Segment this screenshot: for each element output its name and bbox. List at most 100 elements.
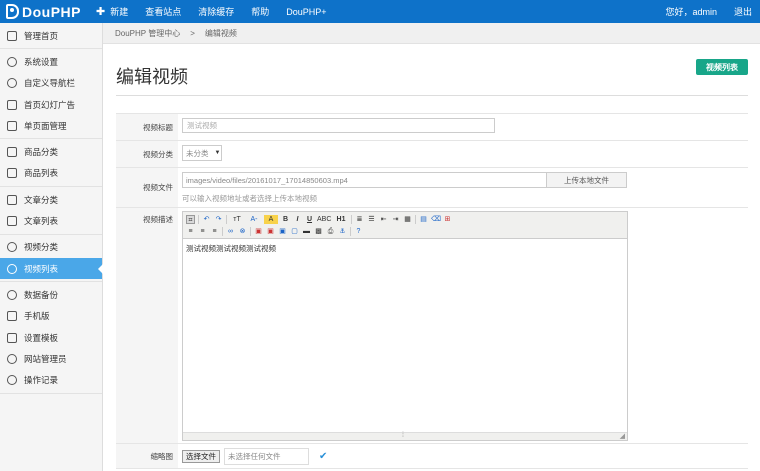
sidebar-item-label: 手机版: [24, 311, 50, 322]
sidebar-item-label: 视频分类: [24, 242, 59, 253]
user-icon: [7, 353, 17, 364]
toolbar-separator: [415, 215, 416, 224]
hr-icon[interactable]: ▬: [302, 227, 311, 236]
sidebar-item-log[interactable]: 操作记录: [0, 369, 102, 390]
sidebar-item-backup[interactable]: 数据备份: [0, 284, 102, 305]
view-site-link[interactable]: 查看站点: [145, 5, 181, 18]
file-hint: 可以输入视频地址或者选择上传本地视频: [182, 194, 317, 203]
douphp-plus-link[interactable]: DouPHP+: [286, 7, 326, 17]
heading-icon[interactable]: H1: [334, 215, 348, 224]
edit-form: 视频标题 测试视频 视频分类 未分类 ▼ 视频文件 images/video/fi…: [116, 113, 748, 469]
sidebar-item-video-category[interactable]: 视频分类: [0, 237, 102, 258]
category-row: 视频分类 未分类 ▼: [116, 141, 748, 168]
unlink-icon[interactable]: ⊗: [238, 227, 247, 236]
table-icon[interactable]: ▦: [403, 215, 412, 224]
link-icon[interactable]: ∞: [226, 227, 235, 236]
help-link[interactable]: 帮助: [251, 5, 269, 18]
image-icon: [7, 99, 17, 110]
mobile-icon: [7, 311, 17, 322]
image-insert-icon[interactable]: ▣: [254, 227, 263, 236]
highlight-icon[interactable]: A: [264, 215, 278, 224]
gear-icon: [7, 56, 17, 67]
category-select[interactable]: 未分类 ▼: [182, 145, 222, 161]
logout-link[interactable]: 退出: [734, 5, 752, 18]
sidebar-item-label: 文章分类: [24, 194, 59, 205]
breadcrumb: DouPHP 管理中心 > 编辑视频: [103, 23, 760, 44]
sidebar-item-pages[interactable]: 单页面管理: [0, 115, 102, 136]
ordered-list-icon[interactable]: ≣: [355, 215, 364, 224]
sidebar-item-video-list[interactable]: 视频列表: [0, 257, 103, 280]
sidebar-item-label: 商品分类: [24, 147, 59, 158]
bold-icon[interactable]: B: [281, 215, 290, 224]
clear-cache-link[interactable]: 清除缓存: [198, 5, 234, 18]
print-icon[interactable]: ⎙: [326, 227, 335, 236]
title-input[interactable]: 测试视频: [182, 118, 495, 133]
align-right-icon[interactable]: ≡: [210, 227, 219, 236]
toolbar-separator: [351, 215, 352, 224]
select-all-icon[interactable]: ⊞: [443, 215, 452, 224]
logo-icon: [6, 4, 19, 19]
anchor-icon[interactable]: ⚓: [338, 227, 347, 236]
sidebar-item-article-category[interactable]: 文章分类: [0, 189, 102, 210]
sidebar-item-template[interactable]: 设置模板: [0, 327, 102, 348]
user-area: 您好，admin 退出: [665, 0, 752, 23]
editor-content[interactable]: 测试视频测试视频测试视频: [183, 239, 627, 258]
sidebar-item-product-category[interactable]: 商品分类: [0, 141, 102, 162]
outdent-icon[interactable]: ⇤: [379, 215, 388, 224]
source-icon[interactable]: ⌗: [186, 215, 195, 224]
corner-resize-icon[interactable]: ◢: [620, 432, 625, 440]
unordered-list-icon[interactable]: ☰: [367, 215, 376, 224]
sidebar-item-product-list[interactable]: 商品列表: [0, 163, 102, 184]
sidebar-item-slides[interactable]: 首页幻灯广告: [0, 94, 102, 115]
upload-local-button[interactable]: 上传本地文件: [547, 172, 627, 188]
media-icon[interactable]: ▣: [278, 227, 287, 236]
greeting[interactable]: 您好，admin: [665, 5, 717, 18]
breadcrumb-root[interactable]: DouPHP 管理中心: [115, 28, 180, 39]
top-nav: ✚ 新建 查看站点 清除缓存 帮助 DouPHP+: [96, 0, 344, 23]
sidebar-item-home[interactable]: 管理首页: [0, 25, 102, 46]
align-center-icon[interactable]: ≡: [198, 227, 207, 236]
toolbar-separator: [250, 227, 251, 236]
document-icon: [7, 216, 17, 227]
paste-icon[interactable]: ▤: [419, 215, 428, 224]
divider: [116, 95, 748, 96]
sidebar-item-admins[interactable]: 网站管理员: [0, 348, 102, 369]
sidebar-item-settings[interactable]: 系统设置: [0, 51, 102, 72]
align-left-icon[interactable]: ≡: [186, 227, 195, 236]
sidebar-group: 视频分类 视频列表: [0, 235, 103, 283]
strikethrough-icon[interactable]: ABC: [317, 215, 331, 224]
sidebar-item-label: 管理首页: [24, 30, 59, 41]
sidebar-item-nav[interactable]: 自定义导航栏: [0, 73, 102, 94]
sidebar-item-article-list[interactable]: 文章列表: [0, 210, 102, 231]
flash-icon[interactable]: ▣: [266, 227, 275, 236]
page-title: 编辑视频: [116, 67, 188, 87]
video-file-input[interactable]: images/video/files/20161017_17014850603.…: [182, 172, 547, 188]
indent-icon[interactable]: ⇥: [391, 215, 400, 224]
new-button[interactable]: ✚ 新建: [96, 5, 128, 18]
logo[interactable]: DouPHP: [6, 3, 81, 20]
font-color-icon[interactable]: A-: [247, 215, 261, 224]
editor-statusbar: ⁞ ◢: [183, 432, 627, 440]
grid-icon: [7, 168, 17, 179]
file-insert-icon[interactable]: ▢: [290, 227, 299, 236]
emoticon-icon[interactable]: ▩: [314, 227, 323, 236]
title-label: 视频标题: [116, 114, 178, 140]
clock-icon: [7, 375, 17, 386]
video-list-button[interactable]: 视频列表: [696, 59, 748, 75]
clear-format-icon[interactable]: ⌫: [431, 215, 441, 224]
toolbar-separator: [198, 215, 199, 224]
underline-icon[interactable]: U: [305, 215, 314, 224]
choose-file-button[interactable]: 选择文件: [182, 449, 220, 463]
resize-handle-icon[interactable]: ⁞: [402, 432, 404, 439]
main-content: 编辑视频 视频列表 视频标题 测试视频 视频分类 未分类 ▼ 视频文件 image…: [103, 44, 760, 471]
category-label: 视频分类: [116, 141, 178, 167]
redo-icon[interactable]: ↷: [214, 215, 223, 224]
help-icon[interactable]: ?: [354, 227, 363, 236]
home-icon: [7, 30, 17, 41]
font-size-icon[interactable]: тT: [230, 215, 244, 224]
sidebar-item-mobile[interactable]: 手机版: [0, 306, 102, 327]
sidebar-item-label: 首页幻灯广告: [24, 99, 76, 110]
italic-icon[interactable]: I: [293, 215, 302, 224]
breadcrumb-current: 编辑视频: [204, 28, 237, 38]
undo-icon[interactable]: ↶: [202, 215, 211, 224]
